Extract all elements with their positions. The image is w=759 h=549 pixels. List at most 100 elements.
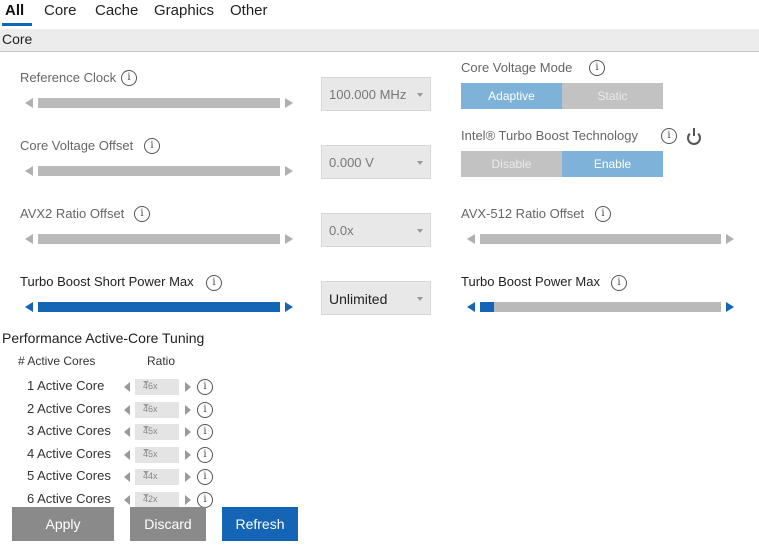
- apply-button[interactable]: Apply: [12, 507, 114, 541]
- ratio-increase-icon[interactable]: [185, 382, 191, 392]
- chevron-down-icon: [417, 93, 423, 97]
- turbo-boost-short-power-max-value: Unlimited: [329, 291, 388, 307]
- tab-graphics[interactable]: Graphics: [154, 2, 214, 19]
- info-icon[interactable]: i: [611, 275, 627, 291]
- tuning-title: Performance Active-Core Tuning: [2, 330, 205, 346]
- power-icon[interactable]: [686, 128, 702, 145]
- ratio-dropdown[interactable]: 42x: [135, 492, 179, 508]
- turbo-boost-power-max-fill: [480, 302, 495, 312]
- active-core-label: 4 Active Cores: [27, 445, 111, 461]
- ratio-dropdown[interactable]: 44x: [135, 469, 179, 486]
- slider-left-arrow-icon[interactable]: [25, 98, 33, 108]
- ratio-increase-icon[interactable]: [185, 427, 191, 438]
- slider-right-arrow-icon[interactable]: [285, 302, 293, 312]
- static-toggle-button[interactable]: Static: [562, 83, 663, 109]
- reference-clock-slider[interactable]: [38, 98, 280, 108]
- info-icon[interactable]: i: [134, 206, 150, 222]
- slider-right-arrow-icon[interactable]: [285, 98, 293, 108]
- reference-clock-value: 100.000 MHz: [329, 87, 407, 102]
- ratio-dropdown[interactable]: 46x: [135, 379, 179, 395]
- tab-all[interactable]: All: [5, 2, 24, 19]
- active-core-label: 6 Active Cores: [27, 491, 111, 506]
- info-icon[interactable]: i: [121, 70, 137, 86]
- chevron-down-icon: [143, 426, 149, 430]
- info-icon[interactable]: i: [595, 206, 611, 222]
- info-icon[interactable]: i: [197, 446, 213, 463]
- chevron-down-icon: [143, 403, 149, 407]
- ratio-decrease-icon[interactable]: [124, 404, 130, 415]
- reference-clock-dropdown[interactable]: 100.000 MHz: [321, 77, 431, 111]
- info-icon[interactable]: i: [197, 469, 213, 486]
- core-voltage-mode-label: Core Voltage Mode: [461, 60, 573, 75]
- info-icon[interactable]: i: [589, 60, 605, 76]
- chevron-down-icon: [143, 381, 149, 384]
- info-icon[interactable]: i: [197, 379, 213, 395]
- slider-left-arrow-icon[interactable]: [467, 302, 475, 312]
- active-core-label: 2 Active Cores: [27, 400, 111, 416]
- chevron-down-icon: [417, 161, 423, 165]
- info-icon[interactable]: i: [197, 492, 213, 508]
- chevron-down-icon: [417, 297, 423, 301]
- avx512-ratio-offset-slider[interactable]: [480, 234, 721, 244]
- core-voltage-offset-value: 0.000 V: [329, 155, 374, 170]
- disable-toggle-button[interactable]: Disable: [461, 151, 562, 177]
- turbo-boost-short-power-max-dropdown[interactable]: Unlimited: [321, 281, 431, 315]
- avx2-ratio-offset-label: AVX2 Ratio Offset: [20, 206, 125, 221]
- active-core-row: 3 Active Cores 45x i: [0, 423, 240, 443]
- info-icon[interactable]: i: [197, 401, 213, 418]
- avx2-ratio-offset-slider[interactable]: [38, 234, 280, 244]
- ratio-header: Ratio: [147, 354, 176, 368]
- ratio-decrease-icon[interactable]: [124, 382, 130, 392]
- info-icon[interactable]: i: [197, 424, 213, 441]
- adaptive-toggle-button[interactable]: Adaptive: [461, 83, 562, 109]
- core-voltage-offset-slider[interactable]: [38, 166, 280, 176]
- ratio-increase-icon[interactable]: [185, 495, 191, 505]
- avx2-ratio-offset-value: 0.0x: [329, 223, 354, 238]
- chevron-down-icon: [143, 471, 149, 475]
- turbo-boost-short-power-max-label: Turbo Boost Short Power Max: [20, 274, 194, 289]
- ratio-dropdown[interactable]: 46x: [135, 401, 179, 418]
- tab-core[interactable]: Core: [44, 2, 77, 19]
- tab-cache[interactable]: Cache: [95, 2, 138, 19]
- refresh-button[interactable]: Refresh: [222, 507, 298, 541]
- section-title: Core: [2, 31, 33, 47]
- turbo-boost-technology-label: Intel® Turbo Boost Technology: [461, 128, 639, 143]
- info-icon[interactable]: i: [661, 128, 677, 144]
- slider-right-arrow-icon[interactable]: [285, 234, 293, 244]
- core-voltage-offset-dropdown[interactable]: 0.000 V: [321, 145, 431, 179]
- active-core-label: 5 Active Cores: [27, 468, 111, 484]
- enable-toggle-button[interactable]: Enable: [562, 151, 663, 177]
- ratio-dropdown[interactable]: 45x: [135, 424, 179, 441]
- avx2-ratio-offset-dropdown[interactable]: 0.0x: [321, 213, 431, 247]
- ratio-decrease-icon[interactable]: [124, 472, 130, 483]
- info-icon[interactable]: i: [144, 138, 160, 154]
- active-tab-indicator: [2, 23, 32, 26]
- active-core-label: 1 Active Core: [27, 378, 105, 393]
- discard-button[interactable]: Discard: [130, 507, 206, 541]
- ratio-increase-icon[interactable]: [185, 472, 191, 483]
- ratio-decrease-icon[interactable]: [124, 449, 130, 460]
- slider-right-arrow-icon[interactable]: [726, 234, 734, 244]
- turbo-boost-power-max-label: Turbo Boost Power Max: [461, 274, 600, 289]
- info-icon[interactable]: i: [206, 275, 222, 291]
- tab-bar: All Core Cache Graphics Other: [0, 0, 759, 28]
- slider-left-arrow-icon[interactable]: [25, 166, 33, 176]
- turbo-boost-short-power-max-slider[interactable]: [38, 302, 280, 312]
- slider-left-arrow-icon[interactable]: [467, 234, 475, 244]
- slider-left-arrow-icon[interactable]: [25, 302, 33, 312]
- ratio-decrease-icon[interactable]: [124, 495, 130, 505]
- ratio-decrease-icon[interactable]: [124, 427, 130, 438]
- ratio-increase-icon[interactable]: [185, 404, 191, 415]
- reference-clock-label: Reference Clock: [20, 70, 117, 85]
- slider-left-arrow-icon[interactable]: [25, 234, 33, 244]
- slider-right-arrow-icon[interactable]: [285, 166, 293, 176]
- tab-other[interactable]: Other: [230, 2, 268, 19]
- turbo-boost-power-max-slider[interactable]: [480, 302, 721, 312]
- ratio-dropdown[interactable]: 45x: [135, 446, 179, 463]
- section-header: [0, 29, 759, 52]
- chevron-down-icon: [143, 494, 149, 497]
- slider-right-arrow-icon[interactable]: [726, 302, 734, 312]
- active-core-row: 5 Active Cores 44x i: [0, 468, 240, 488]
- avx512-ratio-offset-label: AVX-512 Ratio Offset: [461, 206, 585, 221]
- ratio-increase-icon[interactable]: [185, 449, 191, 460]
